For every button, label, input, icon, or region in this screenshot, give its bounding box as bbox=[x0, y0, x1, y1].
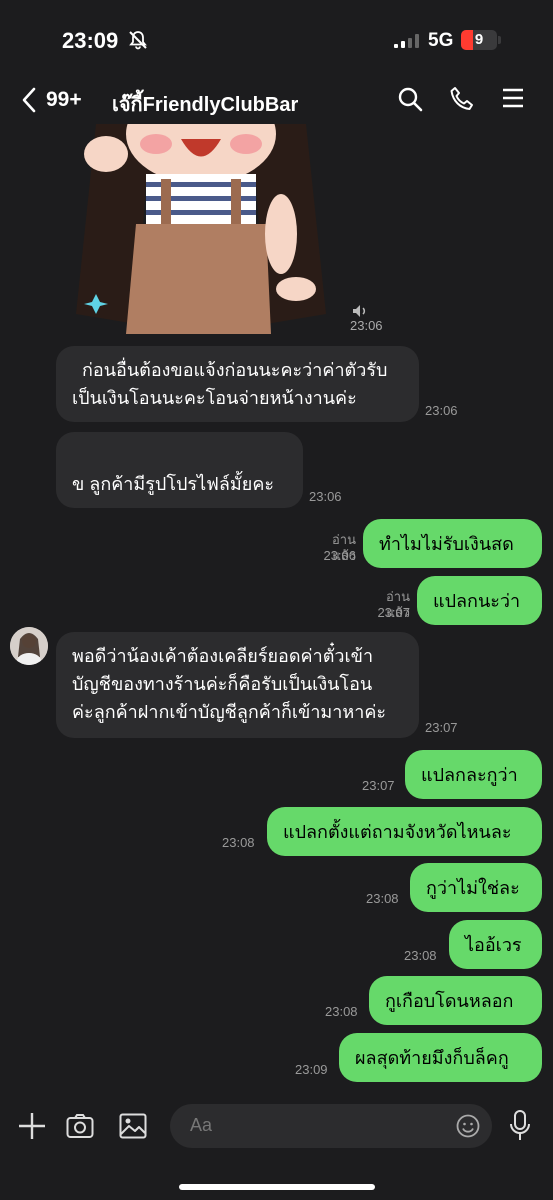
message-time: 23:08 bbox=[404, 948, 437, 963]
message-time: 23:09 bbox=[295, 1062, 328, 1077]
message-time: 23:08 bbox=[325, 1004, 358, 1019]
message-input-placeholder: Aa bbox=[190, 1115, 213, 1135]
message-input[interactable]: Aa bbox=[170, 1104, 492, 1148]
sticker-image[interactable] bbox=[66, 124, 336, 334]
network-type: 5G bbox=[428, 30, 454, 51]
message-time: 23:07 bbox=[362, 778, 395, 793]
status-time: 23:09 bbox=[62, 28, 119, 53]
incoming-message-bubble[interactable]: ก่อนอื่นต้องขอแจ้งก่อนนะคะว่าค่าตัวรับ เ… bbox=[56, 346, 419, 422]
back-chevron-icon[interactable] bbox=[20, 86, 38, 114]
battery-icon: 9 bbox=[461, 30, 497, 50]
outgoing-message-bubble[interactable]: กูว่าไม่ใช่ละ bbox=[410, 863, 542, 912]
image-icon[interactable] bbox=[119, 1112, 147, 1140]
bell-muted-icon bbox=[129, 31, 147, 50]
outgoing-message-bubble[interactable]: แปลกตั้งแต่ถามจังหวัดไหนละ bbox=[267, 807, 542, 856]
chat-title[interactable]: เจ๊กี้FriendlyClubBar bbox=[112, 88, 298, 120]
plus-icon[interactable] bbox=[18, 1112, 46, 1140]
status-bar: 23:09 5G 9 bbox=[0, 0, 553, 78]
message-time: 23:08 bbox=[366, 891, 399, 906]
message-time: 23:08 bbox=[222, 835, 255, 850]
camera-icon[interactable] bbox=[66, 1112, 94, 1140]
unread-count[interactable]: 99+ bbox=[46, 88, 82, 112]
outgoing-message-bubble[interactable]: ไออ้เวร bbox=[449, 920, 542, 969]
message-time: 23:07 bbox=[377, 605, 410, 620]
avatar[interactable] bbox=[10, 627, 48, 665]
home-indicator bbox=[179, 1184, 375, 1190]
chat-header: 99+ เจ๊กี้FriendlyClubBar bbox=[0, 78, 553, 122]
message-time: 23:06 bbox=[323, 548, 356, 563]
battery-level: 9 bbox=[474, 31, 484, 48]
outgoing-message-bubble[interactable]: ผลสุดท้ายมึงก็บล็คกู bbox=[339, 1033, 542, 1082]
outgoing-message-bubble[interactable]: แปลกละกูว่า bbox=[405, 750, 542, 799]
signal-icon bbox=[394, 34, 419, 48]
message-time: 23:07 bbox=[425, 720, 458, 735]
outgoing-message-bubble[interactable]: ทำไมไม่รับเงินสด bbox=[363, 519, 542, 568]
menu-icon[interactable] bbox=[501, 86, 525, 110]
outgoing-message-bubble[interactable]: กูเกือบโดนหลอก bbox=[369, 976, 542, 1025]
outgoing-message-bubble[interactable]: แปลกนะว่า bbox=[417, 576, 542, 625]
incoming-message-bubble[interactable]: ข ลูกค้ามีรูปโปรไฟล์มั้ยคะ bbox=[56, 432, 303, 508]
emoji-icon[interactable] bbox=[456, 1114, 480, 1138]
speaker-icon[interactable] bbox=[352, 304, 368, 318]
microphone-icon[interactable] bbox=[509, 1110, 531, 1142]
incoming-message-bubble[interactable]: พอดีว่าน้องเค้าต้องเคลียร์ยอดค่าตั๋วเข้า… bbox=[56, 632, 419, 738]
phone-icon[interactable] bbox=[449, 86, 475, 112]
message-time: 23:06 bbox=[309, 489, 342, 504]
search-icon[interactable] bbox=[397, 86, 423, 112]
message-time: 23:06 bbox=[350, 318, 383, 333]
message-time: 23:06 bbox=[425, 403, 458, 418]
